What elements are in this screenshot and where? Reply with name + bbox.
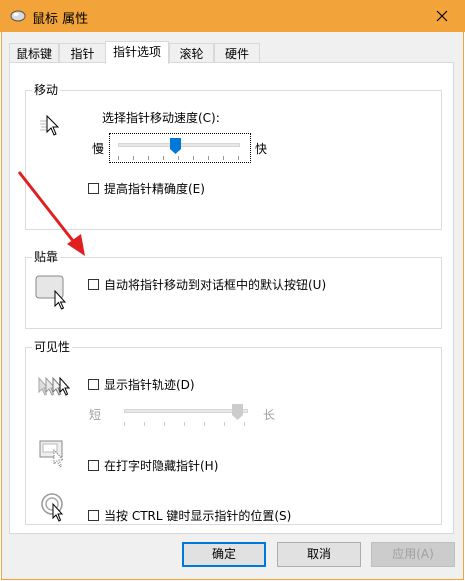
tab-buttons[interactable]: 鼠标键 <box>9 43 59 63</box>
hide-while-typing-checkbox[interactable] <box>88 460 99 471</box>
speed-slider-thumb[interactable] <box>170 138 181 157</box>
precision-label[interactable]: 提高指针精确度(E) <box>104 182 205 196</box>
snap-label[interactable]: 自动将指针移动到对话框中的默认按钮(U) <box>104 278 326 292</box>
ctrl-locate-icon <box>40 492 70 525</box>
trails-label[interactable]: 显示指针轨迹(D) <box>104 378 195 392</box>
ctrl-locate-checkbox[interactable] <box>88 510 99 521</box>
trails-length-slider <box>116 401 256 427</box>
motion-group-title: 移动 <box>32 82 61 98</box>
annotation-arrow <box>17 171 85 256</box>
tab-wheel[interactable]: 滚轮 <box>169 43 214 63</box>
title-bar: 鼠标 属性 <box>0 0 465 32</box>
hide-while-typing-icon <box>39 440 69 471</box>
pointer-speed-icon <box>39 113 67 140</box>
snap-checkbox[interactable] <box>88 279 99 290</box>
tab-hardware[interactable]: 硬件 <box>214 43 260 63</box>
speed-fast-label: 快 <box>255 142 268 156</box>
snap-to-icon <box>35 275 71 314</box>
visibility-group-title: 可见性 <box>32 339 73 355</box>
close-icon <box>436 10 448 22</box>
hide-while-typing-label[interactable]: 在打字时隐藏指针(H) <box>104 459 218 473</box>
trails-short-label: 短 <box>89 408 102 422</box>
ok-button[interactable]: 确定 <box>182 542 266 567</box>
trails-checkbox[interactable] <box>88 379 99 390</box>
speed-label: 选择指针移动速度(C): <box>102 111 220 125</box>
trails-long-label: 长 <box>263 408 276 422</box>
snap-group: 贴靠 自动将指针移动到对话框中的默认按钮(U) <box>25 249 442 329</box>
tab-panel: 移动 选择指针移动速度(C): 慢 快 提高指针精确度(E) 贴靠 自动将指针移… <box>9 62 454 534</box>
apply-button: 应用(A) <box>371 542 455 567</box>
tab-pointers[interactable]: 指针 <box>59 43 106 63</box>
tab-pointer-options[interactable]: 指针选项 <box>105 41 169 64</box>
visibility-group: 可见性 显示指针轨迹(D) 短 长 在打字时隐藏指针(H) 当按 CTRL 键时… <box>25 339 442 525</box>
close-button[interactable] <box>419 0 465 32</box>
speed-slider[interactable] <box>109 133 251 163</box>
dialog-body: 鼠标键 指针 指针选项 滚轮 硬件 移动 选择指针移动速度(C): 慢 快 提高… <box>1 32 464 580</box>
speed-slow-label: 慢 <box>92 142 105 156</box>
window-title: 鼠标 属性 <box>32 12 89 27</box>
pointer-trails-icon <box>37 375 71 404</box>
mouse-icon <box>10 9 26 26</box>
trails-slider-thumb <box>232 404 243 423</box>
cancel-button[interactable]: 取消 <box>277 542 361 567</box>
ctrl-locate-label[interactable]: 当按 CTRL 键时显示指针的位置(S) <box>104 509 291 523</box>
